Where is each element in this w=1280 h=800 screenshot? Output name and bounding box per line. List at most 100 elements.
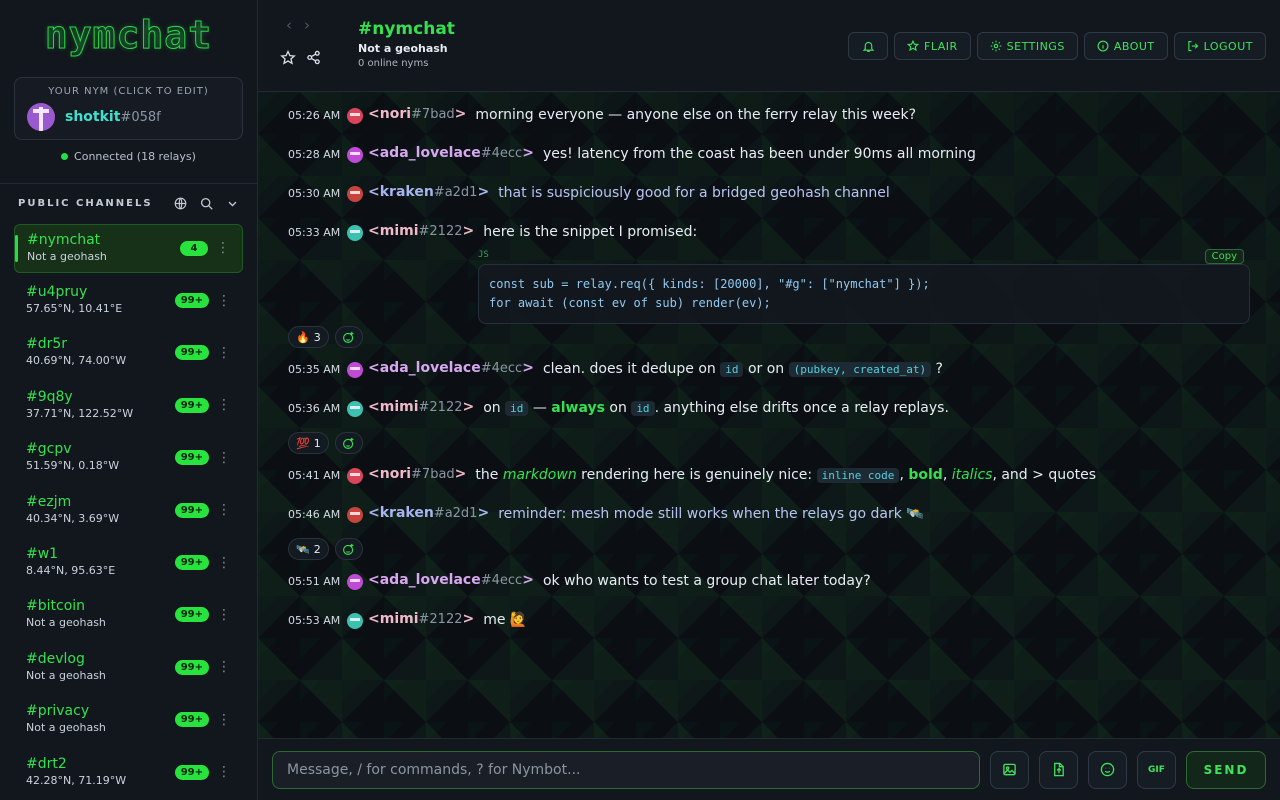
copy-code-button[interactable]: Copy [1204,249,1244,264]
send-button[interactable]: SEND [1186,750,1266,789]
code-block-container: JS Copy const sub = relay.req({ kinds: [… [478,249,1250,324]
gear-icon [990,40,1001,52]
about-button[interactable]: ABOUT [1083,32,1168,60]
message-text: yes! latency from the coast has been und… [542,146,976,162]
channel-item-w1[interactable]: #w1 8.44°N, 95.63°E 99+ ⋮ [14,538,243,587]
message-row: 05:41 AM <nori#7bad> the markdown render… [288,464,1250,503]
channel-item-privacy[interactable]: #privacy Not a geohash 99+ ⋮ [14,695,243,744]
channel-item-9q8y[interactable]: #9q8y 37.71°N, 122.52°W 99+ ⋮ [14,381,243,430]
channel-name: #dr5r [26,336,68,353]
message-author[interactable]: <kraken#a2d1> [368,503,489,521]
chevron-down-icon[interactable] [219,198,245,209]
share-icon[interactable] [306,50,321,66]
more-icon[interactable]: ⋮ [213,764,235,780]
message-author[interactable]: <kraken#a2d1> [368,182,489,200]
channel-item-nymchat[interactable]: #nymchat Not a geohash 4 ⋮ [14,223,243,273]
hundred-icon: 💯 [296,436,310,450]
channel-name: #w1 [26,546,59,563]
add-reaction-button[interactable] [334,326,363,348]
more-icon[interactable]: ⋮ [213,293,235,309]
nym-name: shotkit [65,108,121,125]
emoji-button[interactable] [1088,750,1127,789]
author-name: <ada_lovelace [368,572,481,588]
channel-item-dr5r[interactable]: #dr5r 40.69°N, 74.00°W 99+ ⋮ [14,328,243,377]
message-author[interactable]: <ada_lovelace#4ecc> [368,358,534,376]
flair-button[interactable]: FLAIR [894,32,971,60]
channel-item-devlog[interactable]: #devlog Not a geohash 99+ ⋮ [14,643,243,692]
message-row: 05:46 AM <kraken#a2d1> reminder: mesh mo… [288,503,1250,542]
author-hash: #2122 [418,612,463,627]
message-input[interactable] [272,750,980,789]
about-label: ABOUT [1113,39,1155,53]
star-icon[interactable] [280,50,296,66]
app-logo: nymchat [44,13,213,58]
message-author[interactable]: <mimi#2122> [368,609,474,627]
more-icon[interactable]: ⋮ [213,712,235,728]
message-author[interactable]: <mimi#2122> [368,221,474,239]
reaction-chip[interactable]: 🛰️ 2 [288,538,329,560]
more-icon[interactable]: ⋮ [213,450,235,466]
author-name: <mimi [368,223,419,239]
globe-icon[interactable] [167,197,193,210]
message-text: here is the snippet I promised: [483,224,698,240]
message-row: 05:26 AM <nori#7bad> morning everyone — … [288,104,1250,143]
gif-button[interactable]: GIF [1137,750,1176,789]
channel-sub: 40.69°N, 74.00°W [26,354,127,368]
reaction-bar: 💯 1 [288,432,1250,454]
unread-badge: 99+ [174,555,209,571]
back-arrow-icon[interactable]: ‹ [286,16,292,34]
composer: GIF SEND [258,738,1280,800]
message-feed[interactable]: 05:26 AM <nori#7bad> morning everyone — … [258,92,1280,738]
settings-button[interactable]: SETTINGS [976,32,1078,60]
forward-arrow-icon[interactable]: › [304,16,310,34]
message-text: clean. does it dedupe on id or on (pubke… [542,361,943,377]
channel-item-ezjm[interactable]: #ezjm 40.34°N, 3.69°W 99+ ⋮ [14,486,243,535]
channel-item-u4pruy[interactable]: #u4pruy 57.65°N, 10.41°E 99+ ⋮ [14,276,243,325]
bell-icon [862,41,874,52]
more-icon[interactable]: ⋮ [212,240,234,256]
message-author[interactable]: <mimi#2122> [368,397,474,415]
channel-sub: Not a geohash [26,616,106,630]
connection-status-text: Connected (18 relays) [74,149,196,163]
more-icon[interactable]: ⋮ [213,502,235,518]
message-time: 05:36 AM [288,402,341,415]
channel-item-bitcoin[interactable]: #bitcoin Not a geohash 99+ ⋮ [14,590,243,639]
file-upload-button[interactable] [1039,750,1078,789]
add-reaction-button[interactable] [334,538,363,560]
message-author[interactable]: <ada_lovelace#4ecc> [368,570,534,588]
channel-sub: 42.28°N, 71.19°W [26,773,127,787]
message-text: that is suspiciously good for a bridged … [498,185,890,201]
nym-card-caption: YOUR NYM (CLICK TO EDIT) [48,85,209,97]
logout-label: LOGOUT [1203,39,1253,53]
search-icon[interactable] [193,197,219,210]
message-author[interactable]: <nori#7bad> [368,464,466,482]
channel-item-gcpv[interactable]: #gcpv 51.59°N, 0.18°W 99+ ⋮ [14,433,243,482]
avatar [347,468,363,484]
logout-button[interactable]: LOGOUT [1173,32,1266,60]
more-icon[interactable]: ⋮ [213,555,235,571]
unread-badge: 4 [180,240,208,256]
channel-item-drt2[interactable]: #drt2 42.28°N, 71.19°W 99+ ⋮ [14,748,243,797]
more-icon[interactable]: ⋮ [213,397,235,413]
channel-sub: 37.71°N, 122.52°W [26,406,134,420]
status-dot-icon [61,152,69,160]
image-upload-button[interactable] [990,750,1029,789]
reaction-chip[interactable]: 💯 1 [288,432,329,454]
flair-label: FLAIR [924,39,958,53]
channels-title: PUBLIC CHANNELS [18,198,153,210]
message-author[interactable]: <nori#7bad> [368,104,466,122]
nym-card[interactable]: YOUR NYM (CLICK TO EDIT) shotkit#058f [14,76,243,140]
more-icon[interactable]: ⋮ [213,659,235,675]
message-row: 05:30 AM <kraken#a2d1> that is suspiciou… [288,182,1250,221]
more-icon[interactable]: ⋮ [213,607,235,623]
add-reaction-button[interactable] [334,432,363,454]
avatar [347,401,363,417]
message-text: on id — always on id. anything else drif… [483,400,949,416]
more-icon[interactable]: ⋮ [213,345,235,361]
author-close: > [462,611,475,627]
reaction-chip[interactable]: 🔥 3 [288,326,329,348]
message-text: morning everyone — anyone else on the fe… [475,107,917,123]
message-author[interactable]: <ada_lovelace#4ecc> [368,143,534,161]
notifications-button[interactable] [848,32,889,60]
add-emoji-icon [343,543,354,555]
